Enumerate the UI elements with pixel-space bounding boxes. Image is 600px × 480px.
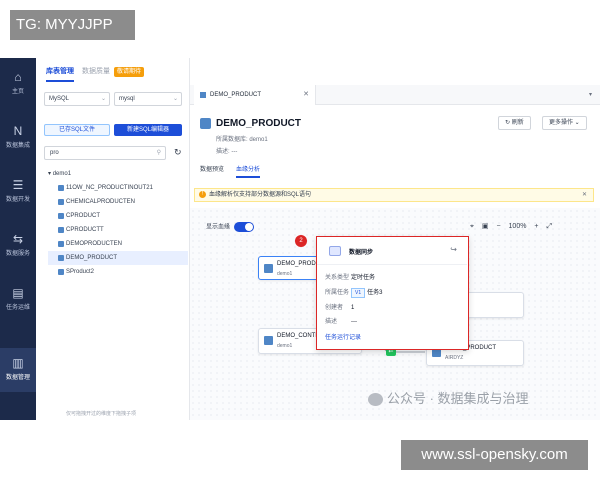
wechat-icon (368, 393, 383, 407)
step-marker-2: 2 (295, 235, 307, 247)
table-icon (264, 264, 273, 273)
sync-task-popup: 数据同步 ↪ 关系类型 定时任务 所属任务 V1 任务3 创建者 1 描述 --- 任务运… (316, 236, 469, 350)
data-sync-icon (329, 246, 341, 256)
popup-row-description: 描述 --- (325, 319, 357, 325)
jump-arrow-icon[interactable]: ↪ (450, 245, 457, 254)
watermark-bottom: www.ssl-opensky.com (401, 440, 588, 470)
wechat-caption: 公众号 · 数据集成与治理 (368, 388, 529, 407)
popup-row-creator: 创建者 1 (325, 305, 355, 311)
watermark-top: TG: MYYJJPP (10, 10, 135, 40)
version-tag: V1 (351, 288, 366, 298)
task-run-records-link[interactable]: 任务运行记录 (325, 332, 361, 341)
popup-row-task: 所属任务 V1 任务3 (325, 288, 383, 298)
popup-row-type: 关系类型 定时任务 (325, 275, 376, 281)
table-icon (264, 336, 273, 345)
app-window: ⌂ 主页 Ν 数据集成 ☰ 数据开发 ⇆ 数据服务 ▤ 任务运维 ▥ 数据管理 库表管理 数… (0, 58, 600, 420)
popup-header: 数据同步 ↪ (317, 237, 467, 265)
